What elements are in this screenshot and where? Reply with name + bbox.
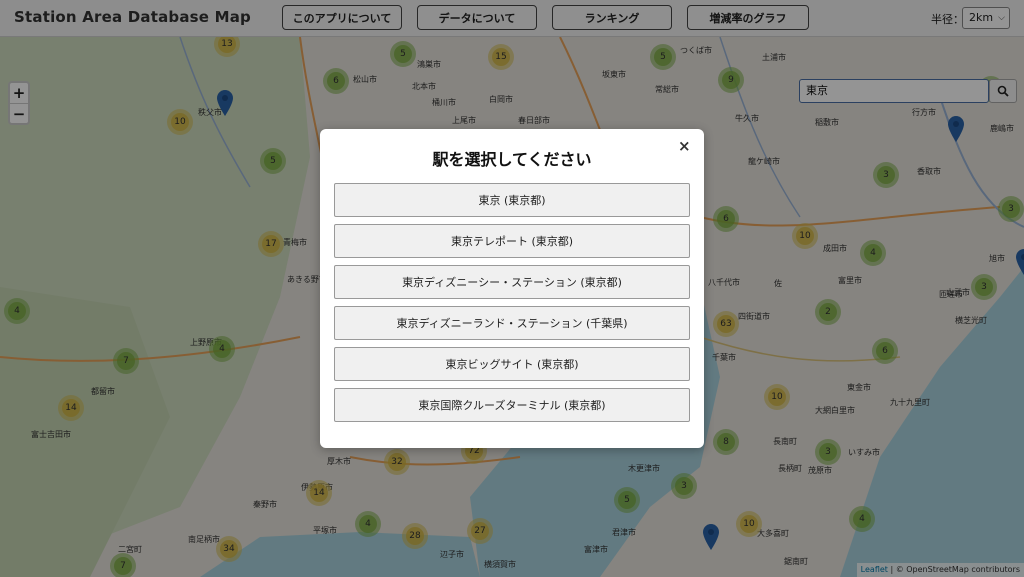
station-option[interactable]: 東京国際クルーズターミナル (東京都): [334, 388, 690, 422]
station-option[interactable]: 東京ビッグサイト (東京都): [334, 347, 690, 381]
station-option[interactable]: 東京ディズニーシー・ステーション (東京都): [334, 265, 690, 299]
station-option[interactable]: 東京ディズニーランド・ステーション (千葉県): [334, 306, 690, 340]
station-select-modal: 駅を選択してください × 東京 (東京都) 東京テレポート (東京都) 東京ディ…: [320, 129, 704, 448]
modal-overlay[interactable]: 駅を選択してください × 東京 (東京都) 東京テレポート (東京都) 東京ディ…: [0, 0, 1024, 577]
station-option[interactable]: 東京テレポート (東京都): [334, 224, 690, 258]
modal-title: 駅を選択してください: [432, 150, 592, 169]
close-icon[interactable]: ×: [678, 137, 691, 155]
station-option[interactable]: 東京 (東京都): [334, 183, 690, 217]
